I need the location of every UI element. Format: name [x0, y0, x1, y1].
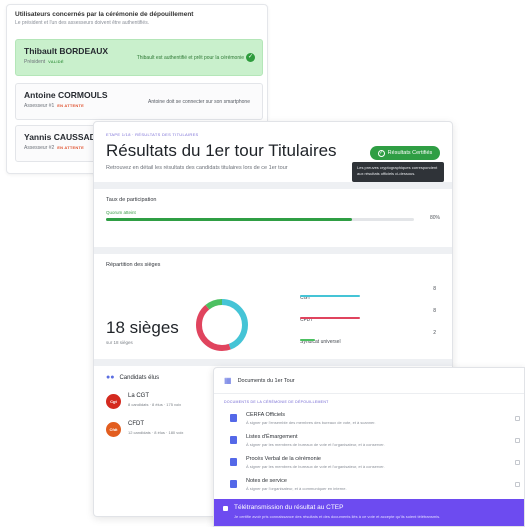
teletransmission-button[interactable]: Télétransmission du résultat au CTEP Je … [214, 499, 524, 526]
check-circle-icon: ✓ [246, 53, 255, 62]
candidate-list-item[interactable]: Cfdt CFDT 12 candidats · 8 élus · 180 vo… [106, 420, 206, 442]
seat-row-syndicat-universel: Syndicat universel 2 [300, 330, 436, 348]
user-status-text: Antoine doit se connecter sur son smartp… [147, 99, 250, 105]
cgt-logo-icon: Cgt [106, 394, 121, 409]
seat-row-count: 8 [433, 286, 436, 292]
seat-row-count: 8 [433, 308, 436, 314]
seats-donut-chart [196, 299, 248, 351]
divider [94, 182, 452, 189]
user-card-assessor-1[interactable]: Antoine CORMOULS Assesseur #1 EN ATTENTE … [15, 83, 263, 120]
quorum-label: Quorum atteint [106, 210, 136, 215]
cfdt-logo-icon: Cfdt [106, 422, 121, 437]
divider [94, 359, 452, 366]
candidate-name: CFDT [128, 421, 144, 427]
certified-tooltip: Les preuves cryptographiques corresponde… [352, 162, 444, 182]
teletransmission-description: Je certifie avoir pris connaissance des … [234, 514, 441, 519]
certified-results-button[interactable]: ✓ Résultats Certifiés [370, 146, 440, 160]
people-icon: ●● [106, 374, 115, 381]
document-checkbox[interactable] [515, 416, 520, 421]
candidate-detail: 12 candidats · 8 élus · 180 voix [128, 430, 184, 435]
documents-header: ▦ Documents du 1er Tour [214, 368, 524, 394]
document-item-notes[interactable]: Notes de service À signer par l'organisa… [214, 476, 524, 498]
document-item-cerfa[interactable]: CERFA Officiels À signer par l'ensemble … [214, 410, 524, 432]
participation-rate: 80% [429, 215, 440, 221]
document-description: À signer par l'organisateur, et à commun… [246, 486, 347, 491]
document-checkbox[interactable] [515, 460, 520, 465]
seat-row-count: 2 [433, 330, 436, 336]
status-badge: EN ATTENTE [57, 103, 84, 108]
document-description: À signer par l'ensemble des membres des … [246, 420, 376, 425]
document-name: Procès Verbal de la cérémonie [246, 456, 321, 462]
user-card-president[interactable]: Thibault BORDEAUX Président VALIDÉ Thibau… [15, 39, 263, 76]
seats-section: Répartition des sièges 18 sièges sur 18 … [94, 254, 452, 359]
seat-row-cgt: CGT 8 [300, 286, 436, 304]
file-icon [230, 436, 237, 444]
candidate-name: La CGT [128, 393, 150, 399]
documents-caption: DOCUMENTS DE LA CÉRÉMONIE DE DÉPOUILLEME… [224, 400, 329, 404]
user-role-label: Président [24, 59, 46, 65]
user-role-label: Assesseur #1 [24, 103, 55, 109]
document-name: Listes d'Émargement [246, 434, 298, 440]
seats-subtotal: sur 18 sièges [106, 340, 133, 345]
document-item-emargement[interactable]: Listes d'Émargement À signer par les mem… [214, 432, 524, 454]
documents-panel: ▦ Documents du 1er Tour DOCUMENTS DE LA … [213, 367, 525, 527]
candidate-detail: 8 candidats · 8 élus · 175 voix [128, 402, 182, 407]
status-badge: VALIDÉ [48, 59, 64, 64]
shield-check-icon: ✓ [377, 149, 385, 157]
divider [94, 247, 452, 254]
user-status-text: Thibault est authentifié et prêt pour la… [136, 55, 244, 61]
seats-title: Répartition des sièges [106, 262, 161, 268]
seat-row-bar [300, 339, 316, 341]
documents-title: Documents du 1er Tour [237, 377, 295, 384]
candidate-list-item[interactable]: Cgt La CGT 8 candidats · 8 élus · 175 vo… [106, 392, 206, 414]
document-item-proces-verbal[interactable]: Procès Verbal de la cérémonie À signer p… [214, 454, 524, 476]
document-checkbox[interactable] [515, 438, 520, 443]
document-description: À signer par les membres de bureaux de v… [246, 464, 385, 469]
document-description: À signer par les membres de bureaux de v… [246, 442, 385, 447]
participation-progress-fill [106, 218, 353, 221]
participation-section: Taux de participation Quorum atteint 80% [94, 189, 452, 247]
document-name: Notes de service [246, 478, 287, 484]
file-icon [230, 458, 237, 466]
seat-row-bar [300, 317, 361, 319]
participation-title: Taux de participation [106, 197, 157, 203]
status-badge: EN ATTENTE [57, 145, 84, 150]
document-icon: ▦ [224, 376, 232, 385]
teletransmission-checkbox[interactable] [223, 506, 228, 511]
seat-row-bar [300, 295, 361, 297]
user-role-label: Assesseur #2 [24, 145, 55, 151]
participation-progress [106, 218, 414, 221]
teletransmission-title: Télétransmission du résultat au CTEP [234, 504, 344, 511]
seat-row-cfdt: CFDT 8 [300, 308, 436, 326]
document-checkbox[interactable] [515, 482, 520, 487]
seats-total: 18 sièges [106, 318, 179, 337]
elected-title-label: Candidats élus [119, 374, 160, 381]
breadcrumb[interactable]: ETAPE 1/18 · RÉSULTATS DES TITULAIRES [106, 132, 440, 137]
file-icon [230, 480, 237, 488]
certified-results-label: Résultats Certifiés [387, 150, 433, 156]
ceremony-users-subtitle: Le président et l'un des assesseurs doiv… [15, 20, 150, 26]
file-icon [230, 414, 237, 422]
document-name: CERFA Officiels [246, 412, 286, 418]
ceremony-users-title: Utilisateurs concernés par la cérémonie … [15, 11, 194, 18]
